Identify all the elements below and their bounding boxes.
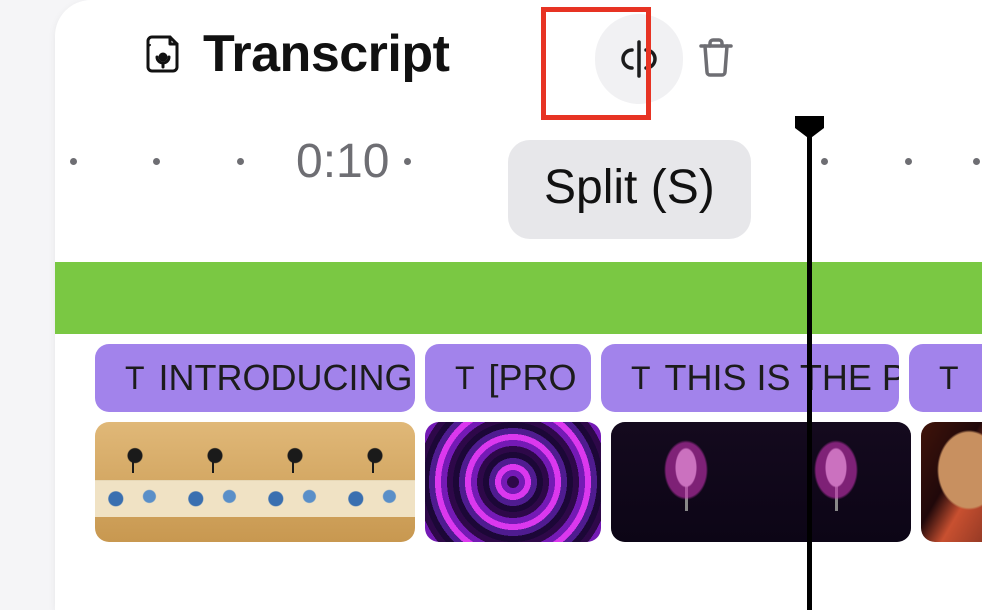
video-clip[interactable] bbox=[95, 422, 415, 542]
panel-title: Transcript bbox=[203, 24, 449, 84]
text-clip[interactable]: T bbox=[909, 344, 982, 412]
text-clip-label: [PRO bbox=[489, 357, 577, 399]
text-icon: T bbox=[455, 360, 475, 397]
text-icon: T bbox=[125, 360, 145, 397]
ruler-tick bbox=[905, 158, 912, 165]
text-clip[interactable]: T INTRODUCING bbox=[95, 344, 415, 412]
text-clip-label: THIS IS THE P bbox=[665, 357, 899, 399]
ruler-tick bbox=[973, 158, 980, 165]
video-clip[interactable] bbox=[921, 422, 982, 542]
video-clip[interactable] bbox=[611, 422, 911, 542]
audio-track[interactable] bbox=[55, 262, 982, 334]
split-tooltip: Split (S) bbox=[508, 140, 751, 239]
text-track: T INTRODUCING T [PRO T THIS IS THE P T bbox=[55, 344, 982, 412]
ruler-tick bbox=[237, 158, 244, 165]
video-track bbox=[55, 422, 982, 542]
ruler-tick bbox=[404, 158, 411, 165]
text-icon: T bbox=[631, 360, 651, 397]
ruler-tick bbox=[153, 158, 160, 165]
panel-header: Transcript bbox=[143, 24, 449, 84]
delete-button[interactable] bbox=[697, 36, 735, 83]
ruler-tick bbox=[70, 158, 77, 165]
toolbar bbox=[595, 14, 735, 104]
text-icon: T bbox=[939, 360, 959, 397]
ruler-tick bbox=[821, 158, 828, 165]
ruler-time-label: 0:10 bbox=[296, 134, 389, 189]
text-clip-label: INTRODUCING bbox=[159, 357, 413, 399]
text-clip[interactable]: T [PRO bbox=[425, 344, 591, 412]
text-clip[interactable]: T THIS IS THE P bbox=[601, 344, 899, 412]
playhead-handle-icon bbox=[793, 114, 826, 136]
editor-panel: Transcript 0:10 Split (S) bbox=[55, 0, 982, 610]
transcript-icon bbox=[143, 33, 183, 75]
video-clip[interactable] bbox=[425, 422, 601, 542]
split-button[interactable] bbox=[595, 14, 683, 104]
